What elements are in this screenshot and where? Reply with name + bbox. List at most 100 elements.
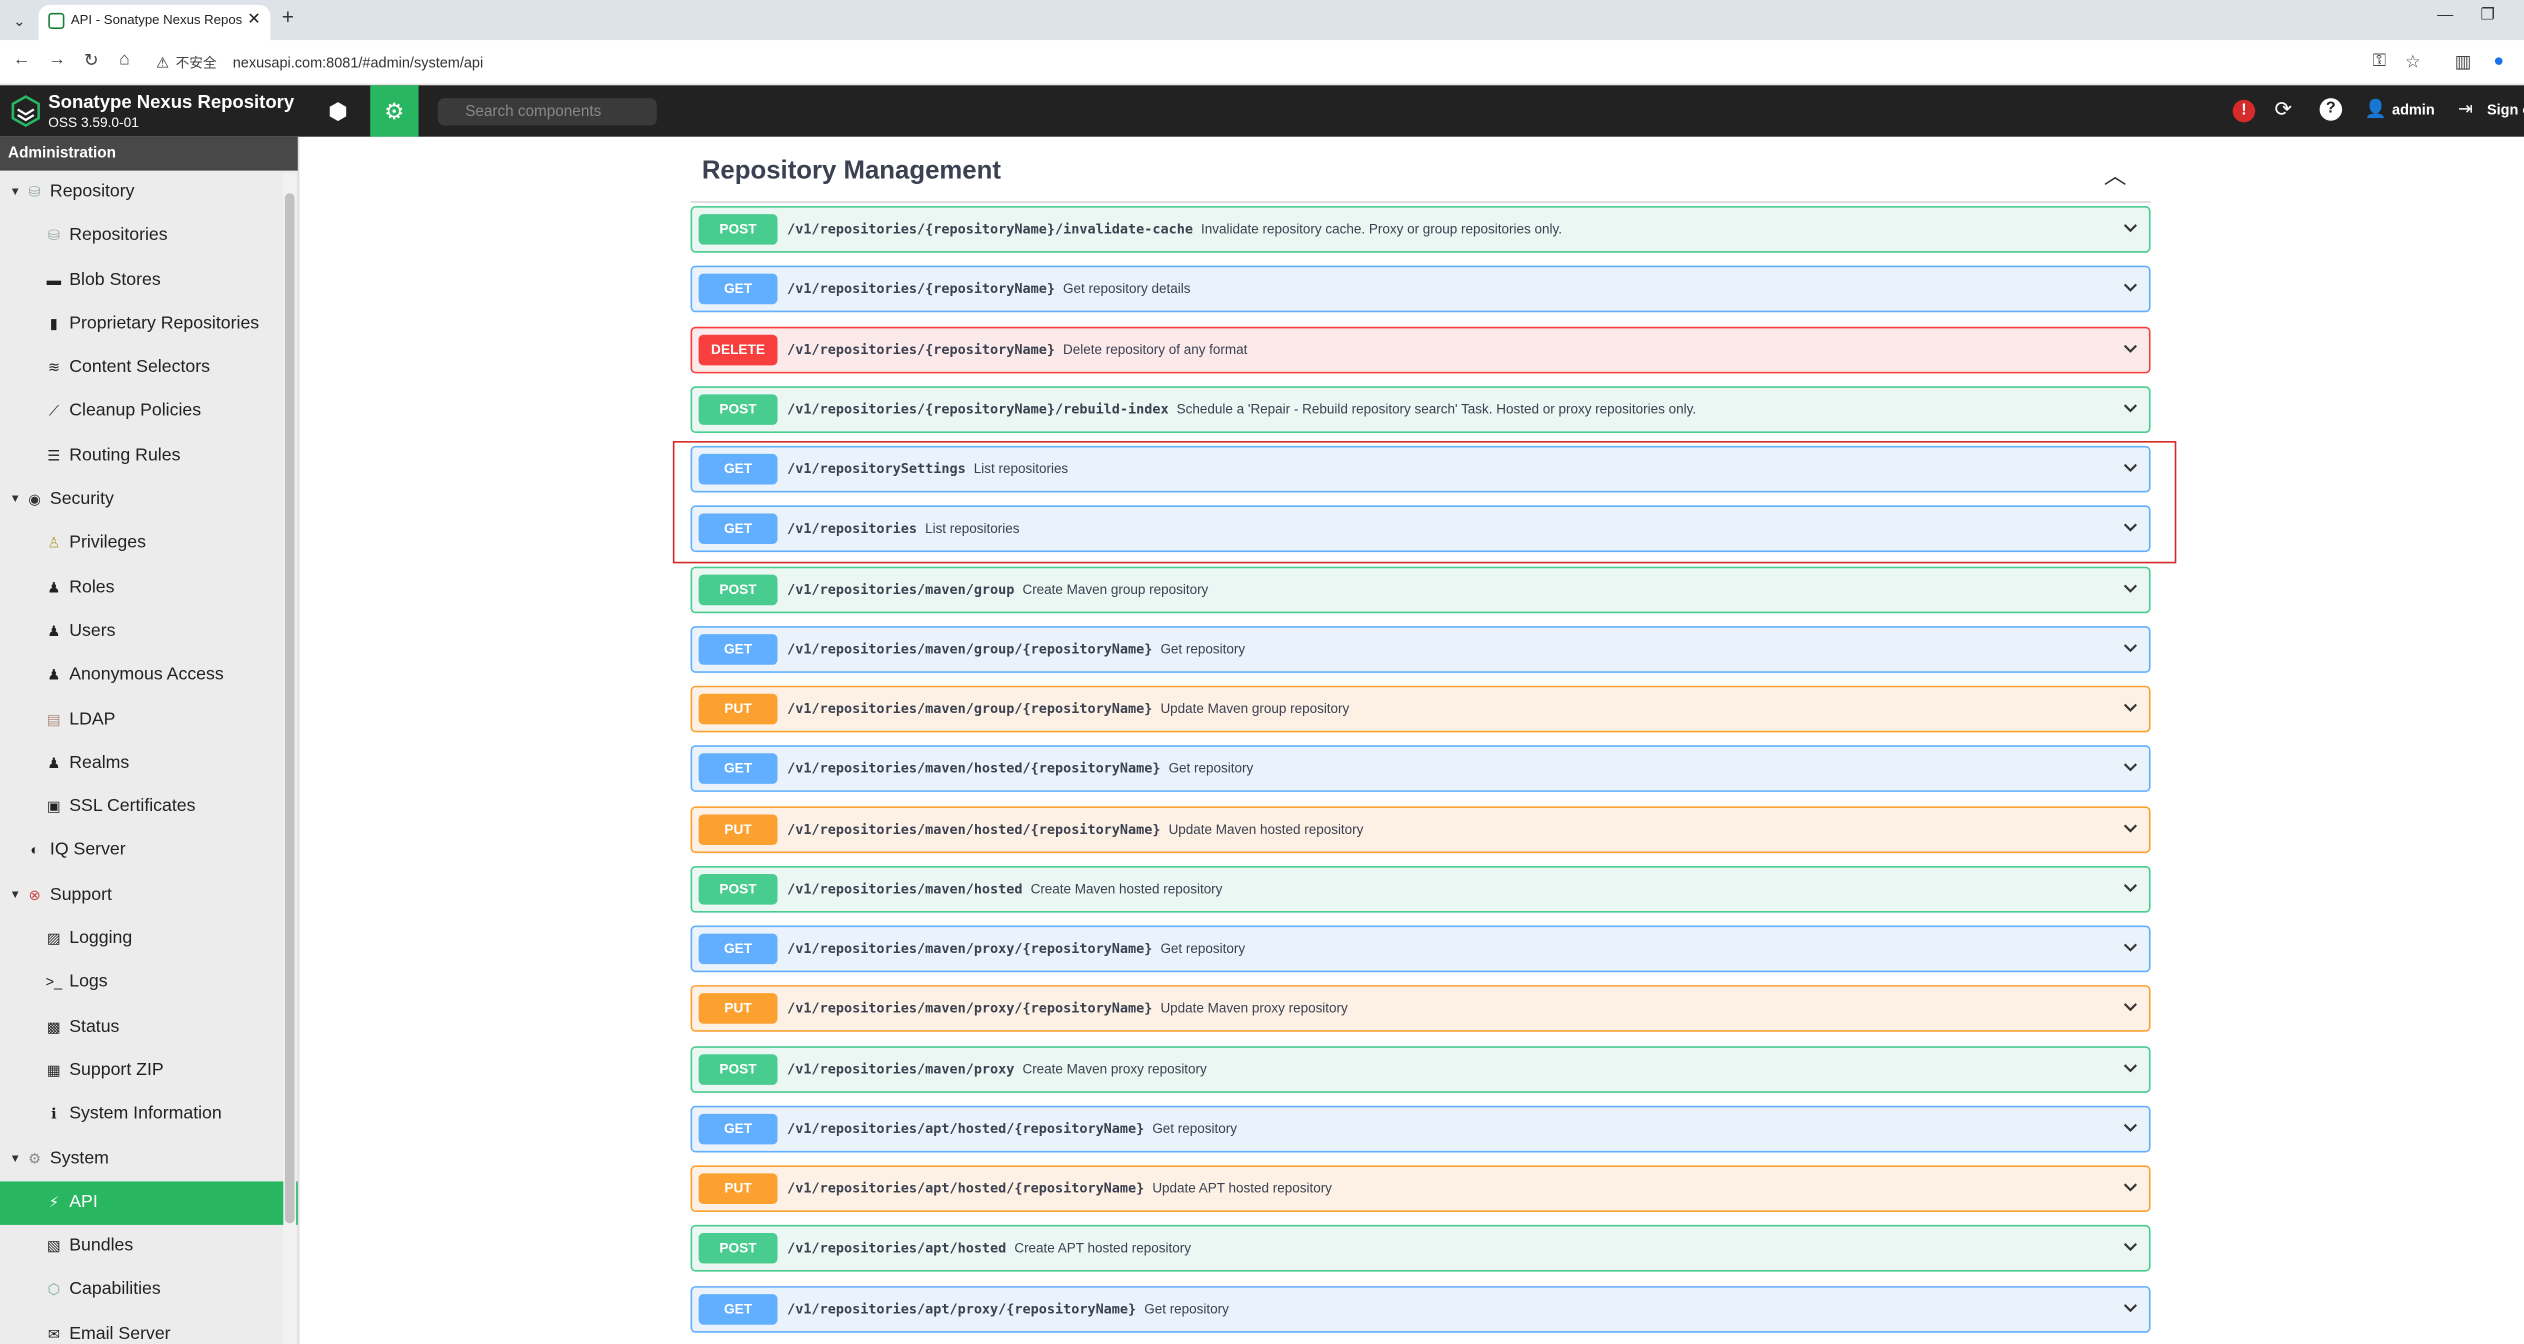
collapse-section-icon[interactable]: ︿ [2104,159,2127,191]
sidebar-item-ldap[interactable]: ▤ LDAP [0,698,298,742]
chevron-down-icon[interactable] [2123,221,2138,235]
sign-out-icon[interactable]: ⇥ [2458,98,2473,119]
chevron-down-icon[interactable] [2123,1240,2138,1254]
sidebar-item-repositories[interactable]: ⛁ Repositories [0,215,298,259]
expand-caret-icon[interactable]: ▼ [10,874,21,918]
sidebar-item-cleanup-policies[interactable]: ⟋ Cleanup Policies [0,390,298,434]
chevron-down-icon[interactable] [2123,820,2138,834]
api-operation-row[interactable]: PUT/v1/repositories/maven/proxy/{reposit… [690,985,2151,1033]
api-operation-row[interactable]: PUT/v1/repositories/maven/group/{reposit… [690,685,2151,733]
sidebar-item-privileges[interactable]: ♙ Privileges [0,522,298,566]
chevron-down-icon[interactable] [2123,400,2138,414]
maximize-icon[interactable]: ❐ [2481,6,2495,24]
sidebar-item-routing-rules[interactable]: ☰ Routing Rules [0,434,298,478]
sidebar-item-roles[interactable]: ♟ Roles [0,566,298,610]
sidebar-item-anonymous-access[interactable]: ♟ Anonymous Access [0,654,298,698]
forward-icon[interactable]: → [48,50,66,69]
chevron-down-icon[interactable] [2123,580,2138,594]
api-operation-row[interactable]: PUT/v1/repositories/apt/hosted/{reposito… [690,1165,2151,1213]
api-operation-row[interactable]: GET/v1/repositories/{repositoryName} Get … [690,265,2151,313]
api-operation-row[interactable]: PUT/v1/repositories/maven/hosted/{reposi… [690,805,2151,853]
home-icon[interactable]: ⌂ [119,50,130,69]
method-badge: POST [698,1053,778,1085]
api-operation-row[interactable]: POST/v1/repositories/maven/hosted Create … [690,865,2151,913]
sidepanel-icon[interactable]: ▥ [2455,52,2472,72]
chevron-down-icon[interactable] [2123,880,2138,894]
expand-caret-icon[interactable]: ▼ [10,171,21,215]
key-icon[interactable]: ⚿ [2373,52,2386,73]
chevron-down-icon[interactable] [2123,340,2138,354]
admin-gear-icon[interactable]: ⚙ [370,85,419,137]
user-icon[interactable]: 👤 [2365,98,2387,119]
sign-out-link[interactable]: Sign out [2487,101,2524,117]
chevron-down-icon[interactable] [2123,1180,2138,1194]
scrollbar-thumb[interactable] [284,193,295,1224]
sidebar-item-system[interactable]: ▼ ⚙ System [0,1137,298,1181]
address-bar[interactable]: ⚠ 不安全 nexusapi.com:8081/#admin/system/api [156,45,2434,81]
expand-caret-icon[interactable]: ▼ [10,1137,21,1181]
api-operation-row[interactable]: GET/v1/repositories/apt/hosted/{reposito… [690,1105,2151,1153]
sidebar-item-support-zip[interactable]: ▦ Support ZIP [0,1049,298,1093]
chevron-down-icon[interactable] [2123,1300,2138,1314]
back-icon[interactable]: ← [13,50,31,69]
sidebar-item-status[interactable]: ▩ Status [0,1005,298,1049]
help-icon[interactable]: ? [2319,98,2343,121]
search-components-input[interactable]: Search components [437,98,657,126]
endpoint-path-text: /v1/repositories/maven/hosted [787,880,1023,897]
sidebar-item-ssl-certificates[interactable]: ▣ SSL Certificates [0,786,298,830]
chevron-down-icon[interactable] [2123,1120,2138,1134]
api-operation-row[interactable]: DELETE/v1/repositories/{repositoryName} D… [690,325,2151,373]
sidebar-item-logging[interactable]: ▨ Logging [0,918,298,962]
users-icon: ♟ [47,754,61,771]
chevron-down-icon[interactable] [2123,280,2138,294]
api-operation-row[interactable]: GET/v1/repositories/maven/proxy/{reposit… [690,925,2151,973]
admin-sidebar: Administration ▼ ⛁ Repository ⛁ Repositories… [0,136,300,1344]
sidebar-item-users[interactable]: ♟ Users [0,610,298,654]
sidebar-item-support[interactable]: ▼ ⊗ Support [0,874,298,918]
sidebar-item-blob-stores[interactable]: ▬ Blob Stores [0,258,298,302]
chevron-down-icon[interactable] [2123,700,2138,714]
tab-close-icon[interactable]: ✕ [247,5,261,37]
star-icon[interactable]: ☆ [2405,52,2421,72]
sidebar-item-iq-server[interactable]: ◐ IQ Server [0,830,298,874]
api-operation-row[interactable]: POST/v1/repositories/maven/group Create M… [690,565,2151,613]
api-operation-row[interactable]: GET/v1/repositories/apt/proxy/{repositor… [690,1285,2151,1332]
sidebar-item-api[interactable]: ⚡ API [0,1181,298,1226]
chevron-down-icon[interactable] [2123,940,2138,954]
new-tab-button[interactable]: + [282,5,294,29]
sidebar-item-security[interactable]: ▼ ◉ Security [0,478,298,522]
chevron-down-icon[interactable] [2123,760,2138,774]
chevron-down-icon[interactable] [2123,1060,2138,1074]
refresh-icon[interactable]: ⟳ [2275,97,2293,123]
browser-tab[interactable]: API - Sonatype Nexus Repos ✕ [38,4,271,41]
chevron-down-icon[interactable] [2123,640,2138,654]
sidebar-item-content-selectors[interactable]: ≋ Content Selectors [0,346,298,390]
sidebar-item-system-information[interactable]: ℹ System Information [0,1093,298,1137]
sidebar-item-bundles[interactable]: ▧ Bundles [0,1225,298,1269]
sidebar-scrollbar[interactable] [283,173,297,1344]
api-operation-row[interactable]: GET/v1/repositories/maven/group/{reposit… [690,625,2151,673]
browse-cube-icon[interactable]: ⬢ [314,85,362,137]
sidebar-item-capabilities[interactable]: ⬡ Capabilities [0,1269,298,1313]
minimize-icon[interactable]: — [2437,6,2453,24]
alert-icon[interactable]: ! [2232,99,2256,123]
api-operation-row[interactable]: POST/v1/repositories/maven/proxy Create M… [690,1045,2151,1093]
sidebar-item-logs[interactable]: >_ Logs [0,961,298,1005]
api-operation-row[interactable]: POST/v1/repositories/{repositoryName}/re… [690,385,2151,433]
api-operation-row[interactable]: POST/v1/repositories/apt/hosted Create AP… [690,1225,2151,1272]
sidebar-item-proprietary-repositories[interactable]: ▮ Proprietary Repositories [0,302,298,346]
api-operation-row[interactable]: POST/v1/repositories/{repositoryName}/in… [690,206,2151,253]
tab-search-icon[interactable]: ⌄ [8,10,31,33]
sidebar-item-email-server[interactable]: ✉ Email Server [0,1313,298,1344]
expand-caret-icon[interactable]: ▼ [10,478,21,522]
reload-icon[interactable]: ↻ [84,50,99,71]
user-icon: ♟ [47,666,61,683]
sidebar-item-repository[interactable]: ▼ ⛁ Repository [0,171,298,215]
endpoint-description: Get repository [1160,940,1246,957]
eye-icon: ◉ [28,491,41,508]
profile-icon[interactable]: ● [2493,52,2504,71]
api-operation-row[interactable]: GET/v1/repositories/maven/hosted/{reposi… [690,745,2151,793]
sidebar-item-realms[interactable]: ♟ Realms [0,742,298,786]
user-name[interactable]: admin [2392,101,2435,117]
chevron-down-icon[interactable] [2123,1000,2138,1014]
